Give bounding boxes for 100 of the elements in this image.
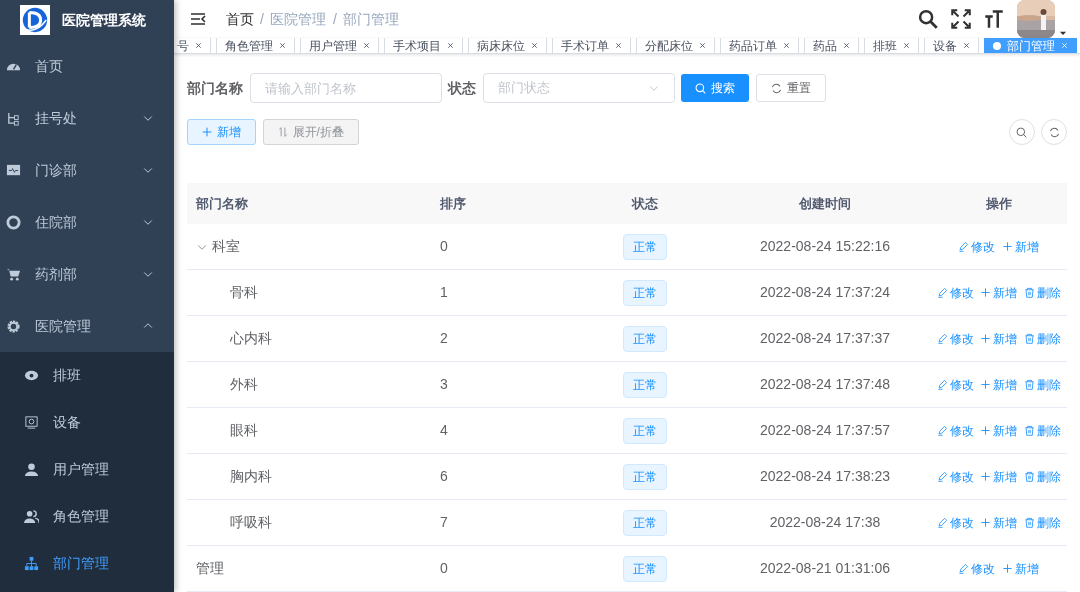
search-icon <box>695 82 706 94</box>
close-icon[interactable] <box>362 42 370 50</box>
action-link[interactable]: 修改 <box>936 329 974 348</box>
tab[interactable]: 药品订单 <box>719 38 799 53</box>
action-link[interactable]: 修改 <box>958 559 996 578</box>
status-tag: 正常 <box>623 463 667 490</box>
action-link[interactable]: 删除 <box>1023 421 1061 440</box>
action-link[interactable]: 删除 <box>1023 329 1061 348</box>
sidebar-item[interactable]: 排班 <box>0 352 174 399</box>
pencil-icon <box>936 517 948 528</box>
action-link[interactable]: 新增 <box>1001 237 1039 256</box>
sidebar-item[interactable]: 住院部 <box>0 196 174 248</box>
sidebar-item[interactable]: 用户管理 <box>0 446 174 493</box>
action-link[interactable]: 新增 <box>980 513 1017 532</box>
text-size-icon[interactable] <box>983 9 1004 29</box>
column-header: 操作 <box>985 194 1012 213</box>
close-icon[interactable] <box>782 42 790 50</box>
expand-collapse-button[interactable]: 展开/折叠 <box>262 119 359 145</box>
action-link[interactable]: 新增 <box>980 329 1017 348</box>
search-toggle-button[interactable] <box>1008 119 1035 145</box>
pencil-icon <box>936 379 948 390</box>
search-button[interactable]: 搜索 <box>681 74 749 102</box>
action-link[interactable]: 修改 <box>958 237 996 256</box>
fullscreen-icon[interactable] <box>950 9 971 29</box>
plus-icon <box>980 333 991 344</box>
reset-button[interactable]: 重置 <box>755 74 826 102</box>
sidebar-item[interactable]: 药剂部 <box>0 248 174 300</box>
action-link[interactable]: 新增 <box>980 375 1017 394</box>
lifebuoy-icon <box>6 214 21 230</box>
table-cell-text: 6 <box>440 467 448 486</box>
table-cell-text: 7 <box>440 513 448 532</box>
action-link[interactable]: 删除 <box>1023 375 1061 394</box>
sidebar-item[interactable]: 设备 <box>0 399 174 446</box>
tree-icon <box>6 110 21 126</box>
add-button[interactable]: 新增 <box>187 119 256 145</box>
tab[interactable]: 部门管理 <box>983 38 1077 53</box>
sidebar-item[interactable]: 医院管理 <box>0 300 174 352</box>
app-title: 医院管理系统 <box>62 10 146 30</box>
status-tag: 正常 <box>623 325 667 352</box>
action-link[interactable]: 修改 <box>936 513 974 532</box>
table-cell-text: 2022-08-21 01:31:06 <box>760 559 890 578</box>
sidebar-item[interactable]: 部门管理 <box>0 540 174 587</box>
table-cell-text: 2022-08-24 15:22:16 <box>760 237 890 256</box>
tab[interactable]: 手术项目 <box>383 38 463 53</box>
close-icon[interactable] <box>530 42 538 50</box>
status-tag: 正常 <box>623 555 667 582</box>
logo-icon <box>20 5 50 35</box>
action-link[interactable]: 修改 <box>936 375 974 394</box>
plus-icon <box>980 379 991 390</box>
tab[interactable]: 分配床位 <box>635 38 715 53</box>
gear-icon <box>6 318 21 334</box>
action-link[interactable]: 删除 <box>1023 283 1061 302</box>
close-icon[interactable] <box>278 42 286 50</box>
action-link[interactable]: 修改 <box>936 467 974 486</box>
close-icon[interactable] <box>902 42 910 50</box>
action-link[interactable]: 新增 <box>980 467 1017 486</box>
action-link[interactable]: 删除 <box>1023 467 1061 486</box>
status-tag: 正常 <box>623 509 667 536</box>
close-icon[interactable] <box>614 42 622 50</box>
sidebar-item[interactable]: 首页 <box>0 40 174 92</box>
close-icon[interactable] <box>962 42 970 50</box>
monitor-icon <box>6 162 21 178</box>
close-icon[interactable] <box>446 42 454 50</box>
action-link[interactable]: 新增 <box>980 283 1017 302</box>
pencil-icon <box>958 241 970 252</box>
plus-icon <box>1001 241 1013 252</box>
menu-icon[interactable] <box>190 11 206 27</box>
breadcrumb-item[interactable]: 医院管理 <box>270 8 327 30</box>
refresh-button[interactable] <box>1041 119 1067 145</box>
tab[interactable]: 排班 <box>863 38 919 53</box>
sidebar-item[interactable]: 门诊部 <box>0 144 174 196</box>
sidebar-item[interactable]: 角色管理 <box>0 493 174 540</box>
tab[interactable]: 角色管理 <box>215 38 295 53</box>
sidebar-item[interactable]: 挂号处 <box>0 92 174 144</box>
action-link[interactable]: 修改 <box>936 421 974 440</box>
breadcrumb-separator: / <box>260 9 264 29</box>
tab[interactable]: 设备 <box>923 38 979 53</box>
close-icon[interactable] <box>194 42 202 50</box>
action-link[interactable]: 删除 <box>1023 513 1061 532</box>
table-cell-text: 4 <box>440 421 448 440</box>
plus-icon <box>980 517 991 528</box>
breadcrumb-separator: / <box>332 9 337 29</box>
close-icon[interactable] <box>698 42 706 50</box>
table-cell-text: 2022-08-24 17:37:57 <box>760 421 890 440</box>
trash-icon <box>1023 379 1035 390</box>
table-cell-text: 1 <box>440 283 448 302</box>
plus-icon <box>202 127 212 137</box>
tab[interactable]: 药品 <box>803 38 859 53</box>
breadcrumb-item[interactable]: 首页 <box>225 8 254 30</box>
search-icon[interactable] <box>917 9 938 29</box>
tab[interactable]: 手术订单 <box>551 38 631 53</box>
tab[interactable]: 号 <box>174 38 211 53</box>
tab[interactable]: 用户管理 <box>299 38 379 53</box>
field-label: 状态 <box>448 78 476 98</box>
trash-icon <box>1023 471 1035 482</box>
action-link[interactable]: 新增 <box>980 421 1017 440</box>
action-link[interactable]: 修改 <box>936 283 974 302</box>
action-link[interactable]: 新增 <box>1001 559 1039 578</box>
close-icon[interactable] <box>842 42 850 50</box>
tab[interactable]: 病床床位 <box>467 38 547 53</box>
